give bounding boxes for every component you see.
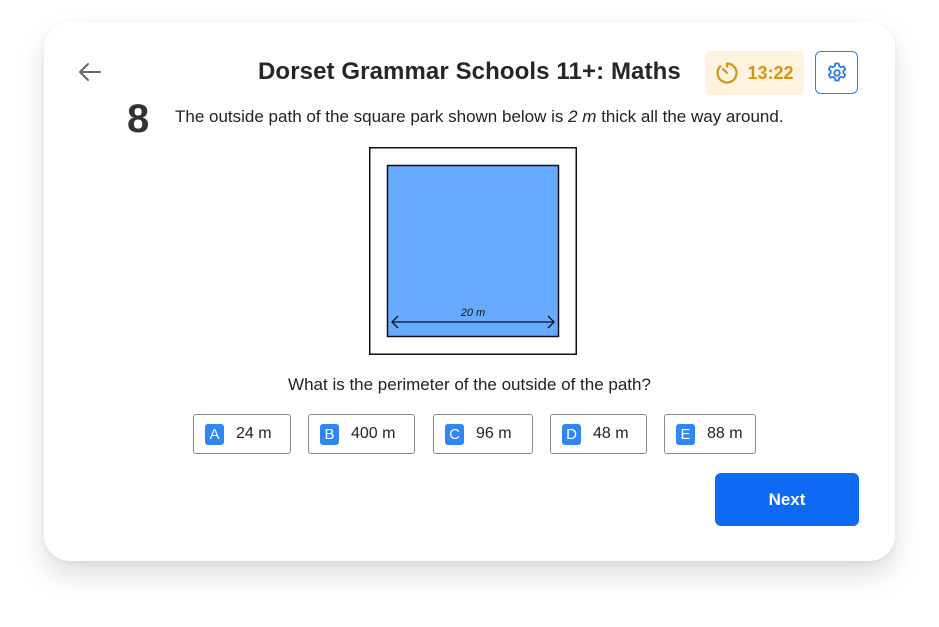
back-button[interactable] [76,58,104,86]
settings-button[interactable] [815,51,858,94]
option-value: 88 m [707,425,743,442]
page-title: Dorset Grammar Schools 11+: Maths [258,58,681,85]
option-letter: D [562,423,581,445]
option-value: 400 m [351,425,396,442]
question-text-part: The outside path of the square park show… [175,107,569,126]
option-letter: B [320,423,339,445]
option-value: 96 m [476,425,512,442]
gear-icon [827,62,846,81]
option-letter: C [445,423,464,445]
option-letter: E [676,423,695,445]
arrow-left-icon [79,63,101,81]
dimension-label: 20 m [460,307,485,319]
timer-icon [716,62,739,84]
next-button[interactable]: Next [715,473,859,526]
option-b[interactable]: B 400 m [308,414,415,454]
question-text-emphasis: 2 m [568,107,597,126]
option-d[interactable]: D 48 m [550,414,647,454]
question-text: The outside path of the square park show… [175,107,784,127]
option-e[interactable]: E 88 m [664,414,756,454]
option-letter: A [205,423,224,445]
question-number: 8 [127,97,150,141]
timer-value: 13:22 [747,62,794,83]
question-prompt: What is the perimeter of the outside of … [288,375,651,394]
timer-badge: 13:22 [705,51,804,95]
option-value: 24 m [236,425,272,442]
park-diagram: 20 m [369,147,577,355]
option-c[interactable]: C 96 m [433,414,533,454]
option-a[interactable]: A 24 m [193,414,291,454]
question-text-part: thick all the way around. [596,107,784,126]
option-value: 48 m [593,425,629,442]
